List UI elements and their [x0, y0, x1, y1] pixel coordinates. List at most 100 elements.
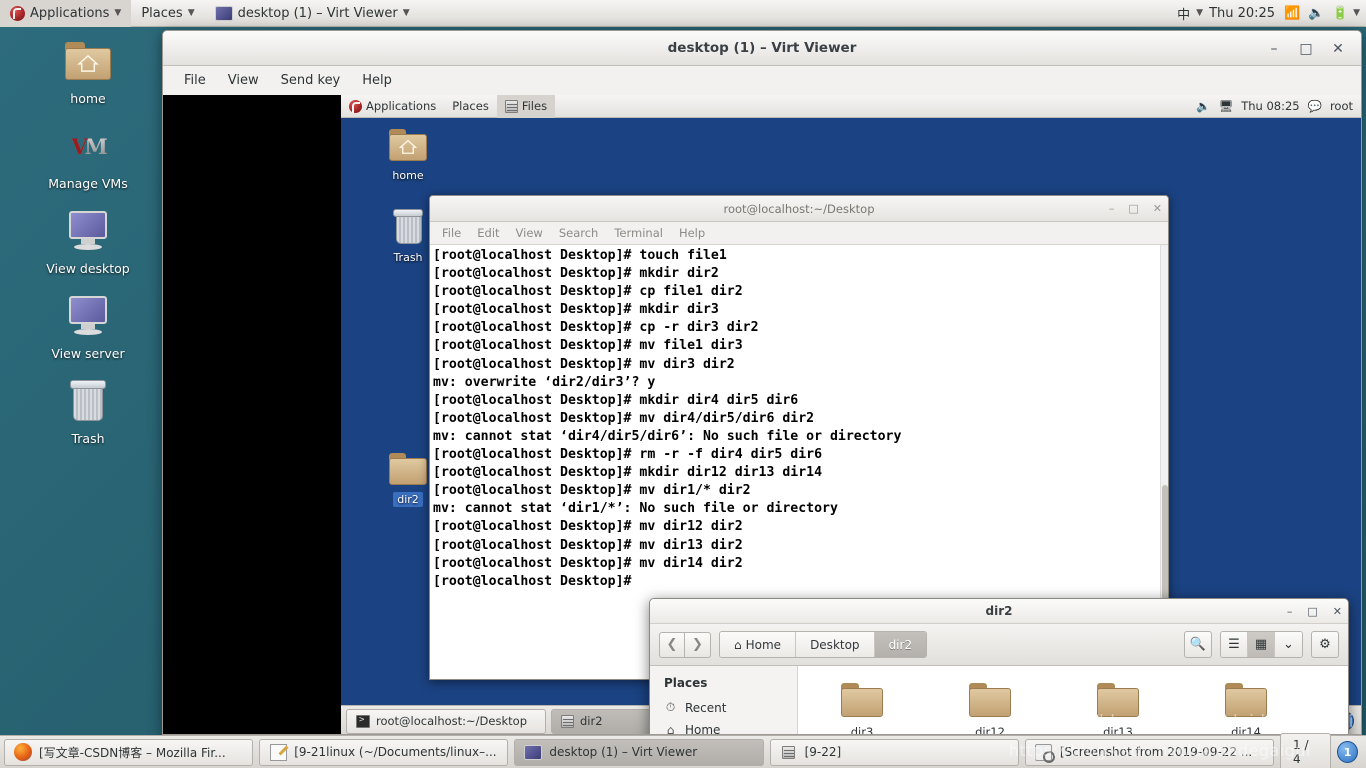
breadcrumb-dir2[interactable]: dir2	[874, 632, 927, 657]
minimize-button[interactable]: –	[1109, 202, 1115, 215]
menu-send-key[interactable]: Send key	[270, 69, 352, 92]
gear-icon[interactable]: ⚙	[1311, 631, 1339, 658]
breadcrumb-desktop[interactable]: Desktop	[796, 632, 875, 657]
taskbar-item-screenshot[interactable]: [Screenshot from 2019-09-22 ...	[1024, 738, 1275, 766]
host-pager-label[interactable]: 1 / 4	[1280, 733, 1332, 768]
volume-icon[interactable]: 🔈	[1305, 0, 1327, 27]
home-icon: ⌂	[666, 723, 675, 735]
vm-task-terminal[interactable]: root@localhost:~/Desktop	[346, 708, 546, 734]
breadcrumb: ⌂ Home Desktop dir2	[719, 631, 928, 658]
vm-user[interactable]: root	[1330, 99, 1353, 113]
home-icon: ⌂	[734, 637, 742, 652]
desktop-icon-view-desktop[interactable]: View desktop	[0, 197, 176, 282]
minimize-button[interactable]: –	[1287, 605, 1293, 618]
files-window[interactable]: dir2 – □ ✕ ❮ ❯ ⌂ Home Desktop dir2 🔍 ☰ ▦…	[649, 598, 1349, 735]
virt-viewer-titlebar[interactable]: desktop (1) – Virt Viewer – □ ✕	[163, 31, 1361, 66]
terminal-menu-file[interactable]: File	[434, 223, 469, 243]
network-icon[interactable]: 🖥	[1219, 99, 1234, 113]
desktop-icon-view-server[interactable]: View server	[0, 282, 176, 367]
close-button[interactable]: ✕	[1153, 202, 1162, 215]
home-folder-icon	[375, 124, 441, 166]
vm-files-menu[interactable]: Files	[496, 95, 556, 118]
forward-button[interactable]: ❯	[685, 631, 711, 658]
place-recent[interactable]: ⏱ Recent	[650, 696, 797, 719]
virt-viewer-window[interactable]: desktop (1) – Virt Viewer – □ ✕ File Vie…	[162, 30, 1362, 735]
maximize-button[interactable]: □	[1307, 605, 1317, 618]
files-toolbar: ❮ ❯ ⌂ Home Desktop dir2 🔍 ☰ ▦ ⌄ ⚙	[650, 624, 1348, 666]
volume-icon[interactable]: 🔈	[1196, 99, 1210, 113]
vm-desktop-icon-home[interactable]: home	[375, 124, 441, 182]
vm-screen[interactable]: Applications Places Files 🔈 🖥 Thu 08:25 …	[163, 95, 1361, 735]
chevron-down-icon[interactable]: ▼	[1353, 8, 1360, 18]
terminal-menu-search[interactable]: Search	[551, 223, 607, 243]
chevron-down-icon: ▼	[187, 8, 195, 18]
list-view-icon[interactable]: ☰	[1221, 632, 1248, 657]
view-mode-switcher: ☰ ▦ ⌄	[1220, 631, 1303, 658]
minimize-button[interactable]: –	[1267, 41, 1281, 57]
maximize-button[interactable]: □	[1299, 41, 1313, 57]
terminal-menubar: File Edit View Search Terminal Help	[430, 222, 1168, 245]
file-item-dir12[interactable]: dir12	[926, 680, 1054, 734]
close-button[interactable]: ✕	[1331, 41, 1345, 57]
chevron-down-icon[interactable]: ⌄	[1275, 632, 1302, 657]
screenshot-icon	[1035, 743, 1056, 763]
terminal-menu-terminal[interactable]: Terminal	[606, 223, 671, 243]
terminal-menu-help[interactable]: Help	[671, 223, 713, 243]
back-button[interactable]: ❮	[659, 631, 685, 658]
vm-clock[interactable]: Thu 08:25	[1241, 99, 1299, 113]
search-icon[interactable]: 🔍	[1184, 631, 1212, 658]
desktop-icon-manage-vms[interactable]: VM Manage VMs	[0, 112, 176, 197]
wifi-icon[interactable]: 📶	[1281, 0, 1303, 27]
close-button[interactable]: ✕	[1333, 605, 1342, 618]
breadcrumb-home[interactable]: ⌂ Home	[720, 632, 797, 657]
breadcrumb-label: Home	[745, 637, 782, 652]
desktop-icon-trash[interactable]: Trash	[0, 367, 176, 452]
file-item-dir3[interactable]: dir3	[798, 680, 926, 734]
chevron-down-icon[interactable]: ▼	[1196, 8, 1203, 18]
file-grid: dir3 dir12 dir13 dir14	[798, 680, 1348, 734]
files-icon	[561, 714, 574, 728]
applications-menu[interactable]: Applications ▼	[0, 0, 132, 27]
taskbar-item-notes[interactable]: [9-21linux (~/Documents/linux–...	[259, 738, 509, 766]
taskbar-item-label: [9-21linux (~/Documents/linux–...	[294, 745, 497, 759]
vm-applications-menu[interactable]: Applications	[341, 95, 444, 118]
desktop-icon-home[interactable]: home	[0, 27, 176, 112]
firefox-icon	[14, 743, 32, 761]
files-titlebar[interactable]: dir2 – □ ✕	[650, 599, 1348, 624]
terminal-menu-edit[interactable]: Edit	[469, 223, 507, 243]
terminal-menu-view[interactable]: View	[508, 223, 551, 243]
files-toolbar-right: 🔍 ☰ ▦ ⌄ ⚙	[1184, 631, 1339, 658]
ime-indicator[interactable]: 中	[1173, 4, 1194, 23]
menu-help[interactable]: Help	[351, 69, 403, 92]
place-home[interactable]: ⌂ Home	[650, 719, 797, 735]
active-window-menu[interactable]: desktop (1) – Virt Viewer ▼	[205, 0, 420, 27]
file-grid-area[interactable]: dir3 dir12 dir13 dir14	[798, 666, 1348, 734]
menu-view[interactable]: View	[217, 69, 270, 92]
desktop-icon-column: home VM Manage VMs View desktop View ser…	[0, 27, 176, 452]
menu-file[interactable]: File	[173, 69, 217, 92]
file-item-dir13[interactable]: dir13	[1054, 680, 1182, 734]
places-menu[interactable]: Places ▼	[131, 0, 204, 27]
clock[interactable]: Thu 20:25	[1205, 6, 1279, 21]
file-item-dir14[interactable]: dir14	[1182, 680, 1310, 734]
host-taskbar-right: 1 / 4 1	[1280, 733, 1362, 768]
virt-viewer-title: desktop (1) – Virt Viewer	[667, 40, 857, 56]
vm-places-menu[interactable]: Places	[444, 95, 497, 118]
host-taskbar: [写文章-CSDN博客 – Mozilla Fir... [9-21linux …	[0, 733, 1366, 768]
desktop-icon-label: home	[70, 91, 106, 106]
taskbar-item-9-22[interactable]: [9-22]	[769, 738, 1019, 766]
battery-icon[interactable]: 🔋	[1329, 0, 1351, 27]
trash-icon	[0, 377, 176, 425]
terminal-titlebar[interactable]: root@localhost:~/Desktop – □ ✕	[430, 196, 1168, 222]
vm-top-panel: Applications Places Files 🔈 🖥 Thu 08:25 …	[341, 95, 1361, 118]
taskbar-item-label: [9-22]	[804, 745, 842, 759]
taskbar-item-firefox[interactable]: [写文章-CSDN博客 – Mozilla Fir...	[4, 738, 254, 766]
files-icon	[504, 99, 518, 113]
grid-view-icon[interactable]: ▦	[1248, 632, 1275, 657]
virt-viewer-window-buttons: – □ ✕	[1267, 31, 1353, 66]
host-workspace-indicator[interactable]: 1	[1337, 741, 1358, 763]
maximize-button[interactable]: □	[1128, 202, 1138, 215]
places-menu-label: Places	[141, 5, 183, 21]
vm-desktop-icon-label: home	[392, 169, 424, 182]
taskbar-item-virt-viewer[interactable]: desktop (1) – Virt Viewer	[514, 738, 764, 766]
